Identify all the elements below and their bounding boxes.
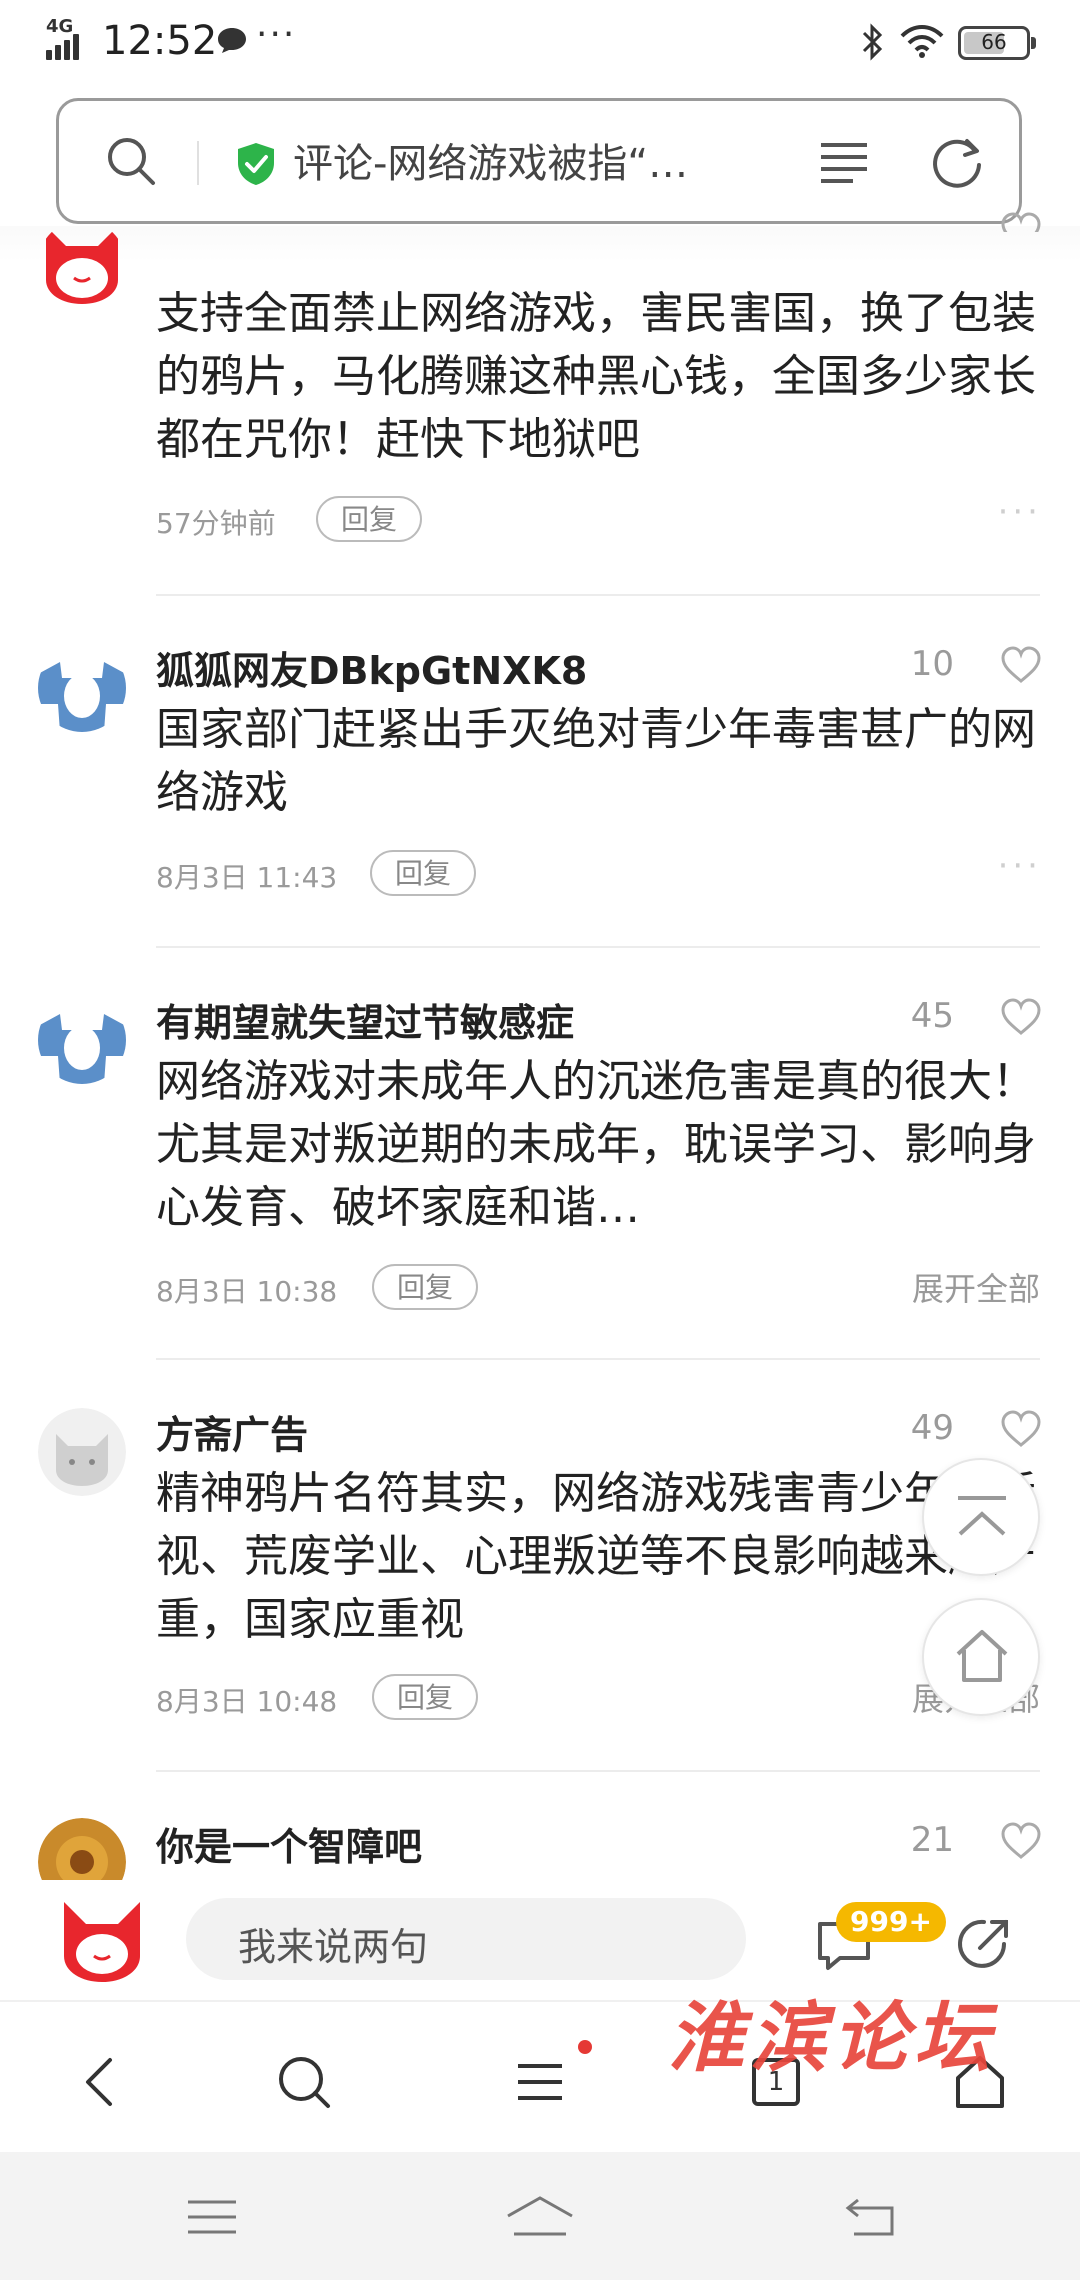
reply-button[interactable]: 回复 bbox=[316, 496, 422, 542]
sohu-fox-logo[interactable] bbox=[56, 1894, 148, 1986]
page-title[interactable]: 评论-网络游戏被指“… bbox=[293, 131, 813, 189]
reload-icon[interactable] bbox=[929, 133, 985, 189]
comment-divider bbox=[156, 946, 1040, 948]
expand-all-link[interactable]: 展开全部 bbox=[912, 1264, 1040, 1310]
share-icon[interactable] bbox=[954, 1916, 1012, 1974]
comment-author[interactable]: 你是一个智障吧 bbox=[156, 1816, 422, 1871]
comment-item: 你是一个智障吧 21 bbox=[0, 1816, 1080, 1880]
comment-input[interactable]: 我来说两句 bbox=[186, 1898, 746, 1980]
battery-level: 66 bbox=[981, 30, 1007, 54]
reply-button[interactable]: 回复 bbox=[372, 1674, 478, 1720]
comment-time: 8月3日 11:43 bbox=[156, 861, 338, 894]
message-icon bbox=[218, 28, 246, 53]
like-count: 21 bbox=[910, 1820, 954, 1860]
more-options-icon[interactable]: ··· bbox=[998, 492, 1042, 532]
comment-placeholder: 我来说两句 bbox=[238, 1925, 429, 1969]
cat-avatar-icon[interactable] bbox=[38, 1408, 126, 1496]
comment-time: 8月3日 10:38 bbox=[156, 1275, 338, 1308]
wifi-icon bbox=[900, 25, 944, 58]
like-heart-icon[interactable] bbox=[1000, 1410, 1042, 1448]
like-count: 10 bbox=[910, 644, 954, 684]
comment-author[interactable]: 方斋广告 bbox=[156, 1404, 308, 1459]
like-heart-icon[interactable] bbox=[1000, 212, 1042, 232]
like-heart-icon[interactable] bbox=[1000, 998, 1042, 1036]
status-bar: 4G 12:52 ··· 66 bbox=[0, 0, 1080, 90]
comment-count-badge: 999+ bbox=[836, 1902, 946, 1942]
like-count: 45 bbox=[910, 996, 954, 1036]
comment-author[interactable]: 狐狐网友DBkpGtNXK8 bbox=[156, 640, 587, 695]
like-count: 49 bbox=[910, 1408, 954, 1448]
fox-avatar-icon[interactable] bbox=[38, 220, 126, 308]
comment-divider bbox=[156, 594, 1040, 596]
default-avatar-icon[interactable] bbox=[38, 644, 126, 732]
more-options-icon[interactable]: ··· bbox=[998, 846, 1042, 886]
comment-text: 支持全面禁止网络游戏，害民害国，换了包装的鸦片，马化腾赚这种黑心钱，全国多少家长… bbox=[156, 288, 1036, 465]
forum-watermark: 淮滨论坛 bbox=[668, 1993, 996, 2082]
recent-apps-icon[interactable] bbox=[184, 2194, 240, 2240]
address-separator bbox=[197, 141, 199, 185]
header-shadow bbox=[0, 226, 1080, 262]
comment-divider bbox=[156, 1358, 1040, 1360]
shield-check-icon bbox=[238, 143, 274, 185]
back-nav-icon[interactable] bbox=[842, 2194, 898, 2240]
menu-icon[interactable] bbox=[510, 2052, 570, 2112]
comment-divider bbox=[156, 1770, 1040, 1772]
bluetooth-icon bbox=[862, 23, 883, 61]
comment-time: 8月3日 10:48 bbox=[156, 1685, 338, 1718]
comment-time: 57分钟前 bbox=[156, 507, 276, 540]
system-navigation-bar bbox=[0, 2152, 1080, 2280]
network-type: 4G bbox=[46, 16, 74, 37]
address-bar[interactable]: 评论-网络游戏被指“… bbox=[56, 98, 1022, 224]
photo-avatar[interactable] bbox=[38, 1818, 126, 1880]
home-nav-icon[interactable] bbox=[504, 2194, 576, 2240]
like-heart-icon[interactable] bbox=[1000, 646, 1042, 684]
reply-button[interactable]: 回复 bbox=[370, 850, 476, 896]
reply-button[interactable]: 回复 bbox=[372, 1264, 478, 1310]
reader-menu-icon[interactable] bbox=[819, 139, 869, 185]
battery-icon: 66 bbox=[958, 26, 1036, 60]
home-icon bbox=[956, 1630, 1008, 1682]
like-heart-icon[interactable] bbox=[1000, 1822, 1042, 1860]
search-icon[interactable] bbox=[103, 133, 159, 189]
back-icon[interactable] bbox=[72, 2052, 132, 2112]
search-icon[interactable] bbox=[274, 2052, 334, 2112]
floating-home-button[interactable] bbox=[922, 1598, 1040, 1716]
more-notifications: ··· bbox=[256, 14, 297, 55]
comment-text: 精神鸦片名符其实，网络游戏残害青少年，近视、荒废学业、心理叛逆等不良影响越来越严… bbox=[156, 1468, 1036, 1645]
scroll-to-top-button[interactable] bbox=[922, 1458, 1040, 1576]
comment-text: 网络游戏对未成年人的沉迷危害是真的很大！尤其是对叛逆期的未成年，耽误学习、影响身… bbox=[156, 1056, 1036, 1233]
scroll-top-icon bbox=[958, 1496, 1006, 1536]
comment-author[interactable]: 有期望就失望过节敏感症 bbox=[156, 992, 574, 1047]
default-avatar-icon[interactable] bbox=[38, 996, 126, 1084]
clock: 12:52 bbox=[102, 18, 218, 64]
comment-text: 国家部门赶紧出手灭绝对青少年毒害甚广的网络游戏 bbox=[156, 704, 1036, 818]
notification-dot bbox=[578, 2040, 592, 2054]
